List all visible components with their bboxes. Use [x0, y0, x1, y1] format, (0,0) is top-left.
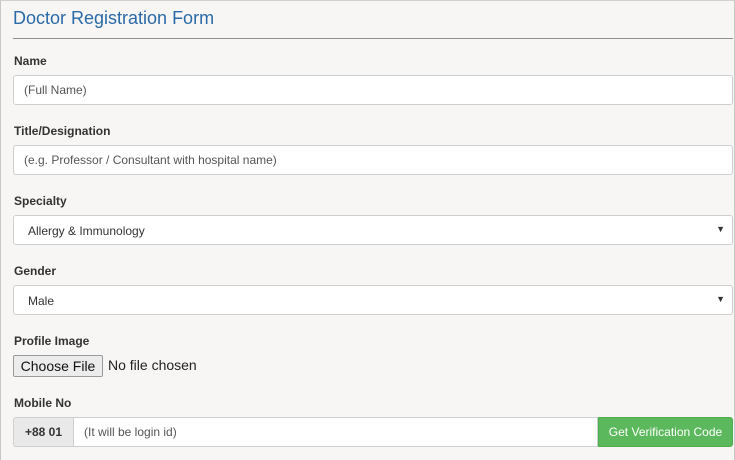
choose-file-button[interactable]: Choose File	[13, 355, 103, 377]
specialty-selected-value: Allergy & Immunology	[28, 224, 145, 238]
name-label: Name	[14, 54, 47, 68]
gender-select[interactable]: Male ▼	[13, 285, 733, 315]
form-panel: Doctor Registration Form Name Title/Desi…	[0, 0, 735, 460]
specialty-select[interactable]: Allergy & Immunology ▼	[13, 215, 733, 245]
country-code-prefix: +88 01	[13, 417, 73, 447]
name-input[interactable]	[13, 75, 733, 105]
specialty-label: Specialty	[14, 194, 67, 208]
gender-label: Gender	[14, 264, 57, 278]
page-title: Doctor Registration Form	[13, 8, 215, 28]
caret-down-icon: ▼	[716, 294, 725, 304]
mobile-input-group: +88 01 Get Verification Code	[13, 417, 733, 447]
mobile-label: Mobile No	[14, 396, 72, 410]
caret-down-icon: ▼	[716, 224, 725, 234]
gender-selected-value: Male	[28, 294, 55, 308]
file-status-text: No file chosen	[108, 357, 197, 373]
profile-image-label: Profile Image	[14, 334, 90, 348]
get-verification-code-button[interactable]: Get Verification Code	[598, 417, 733, 447]
title-divider	[13, 38, 733, 39]
designation-input[interactable]	[13, 145, 733, 175]
designation-label: Title/Designation	[14, 124, 111, 138]
mobile-input[interactable]	[73, 417, 598, 447]
